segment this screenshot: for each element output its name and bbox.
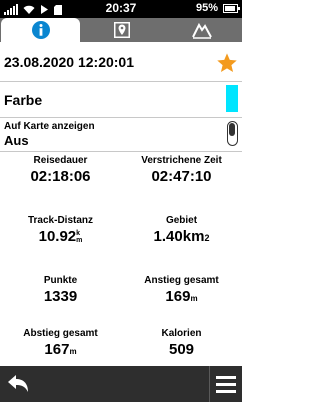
show-on-map-toggle[interactable] — [227, 121, 238, 146]
color-label: Farbe — [4, 92, 43, 108]
stat-track-distance: Track-Distanz 10.92k m — [0, 215, 121, 246]
stat-label: Gebiet — [165, 215, 198, 226]
stat-unit: km — [76, 230, 83, 244]
stat-unit: km — [182, 228, 205, 245]
back-button[interactable] — [0, 366, 36, 402]
stat-label: Verstrichene Zeit — [141, 155, 222, 166]
battery-icon — [223, 4, 240, 13]
menu-button[interactable] — [209, 366, 242, 402]
stat-unit-exponent: 2 — [204, 233, 210, 243]
stat-value: 1339 — [43, 288, 78, 305]
tab-map[interactable] — [81, 18, 162, 42]
tab-bar — [0, 18, 242, 42]
color-swatch[interactable] — [226, 85, 238, 112]
stat-label: Punkte — [43, 275, 78, 286]
map-marker-icon — [113, 22, 130, 38]
bottom-bar — [0, 366, 242, 402]
battery-percent: 95% — [195, 2, 218, 14]
stat-value: 02:47:10 — [151, 168, 212, 185]
show-on-map-value: Aus — [4, 133, 29, 148]
stat-number: 10.92 — [38, 228, 77, 245]
stat-value: 1.40km2 — [121, 228, 242, 246]
track-datetime[interactable]: 23.08.2020 12:20:01 — [4, 54, 134, 70]
datetime-row: 23.08.2020 12:20:01 — [0, 42, 242, 82]
stat-elapsed-time: Verstrichene Zeit 02:47:10 — [121, 155, 242, 186]
stat-unit: m — [190, 294, 198, 303]
favorite-star-icon[interactable] — [216, 52, 238, 74]
stat-travel-duration: Reisedauer 02:18:06 — [0, 155, 121, 186]
info-icon — [31, 21, 50, 39]
stat-value: 169m — [121, 288, 242, 308]
stat-value: 167m — [0, 341, 121, 361]
stat-value: 02:18:06 — [30, 168, 91, 185]
stat-unit: m — [69, 347, 77, 356]
stat-area: Gebiet 1.40km2 — [121, 215, 242, 246]
stat-total-descent: Abstieg gesamt 167m — [0, 328, 121, 361]
back-arrow-icon — [8, 375, 28, 392]
stat-value: 509 — [168, 341, 195, 358]
stat-total-ascent: Anstieg gesamt 169m — [121, 275, 242, 308]
tab-elevation[interactable] — [162, 18, 242, 42]
color-field[interactable]: Farbe — [0, 82, 242, 118]
stat-number: 169 — [165, 288, 191, 305]
stat-label: Track-Distanz — [27, 215, 94, 226]
stat-label: Abstieg gesamt — [23, 328, 98, 339]
show-on-map-field[interactable]: Auf Karte anzeigen Aus — [0, 118, 242, 152]
stat-label: Reisedauer — [33, 155, 88, 166]
stat-label: Kalorien — [161, 328, 202, 339]
tab-info[interactable] — [1, 18, 80, 42]
stat-number: 1.40 — [153, 228, 183, 245]
stat-calories: Kalorien 509 — [121, 328, 242, 359]
stat-label: Anstieg gesamt — [144, 275, 219, 286]
status-bar: 20:37 95% — [0, 0, 242, 18]
stat-value: 10.92k m — [0, 228, 121, 246]
show-on-map-label: Auf Karte anzeigen — [4, 121, 95, 132]
stat-number: 167 — [44, 341, 70, 358]
stat-points: Punkte 1339 — [0, 275, 121, 306]
elevation-icon — [192, 22, 212, 39]
track-stats: Reisedauer 02:18:06 Verstrichene Zeit 02… — [0, 152, 242, 362]
